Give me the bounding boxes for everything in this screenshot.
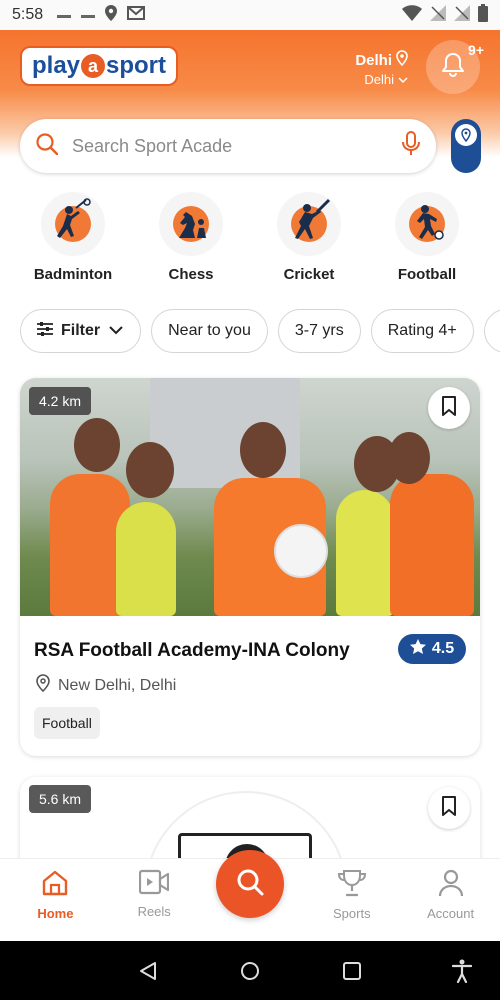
nav-label: Account	[427, 906, 475, 921]
location-selector[interactable]: Delhi Delhi	[355, 50, 408, 87]
bookmark-icon	[441, 795, 457, 821]
bell-icon	[441, 52, 465, 83]
category-badminton[interactable]: Badminton	[14, 192, 132, 283]
playasport-logo[interactable]: play a sport	[20, 46, 178, 86]
notification-badge: 9+	[468, 42, 484, 58]
gmail-icon	[127, 5, 146, 25]
sub-city-label: Delhi	[364, 72, 394, 87]
wifi-icon	[402, 4, 422, 26]
minus-icon	[57, 6, 72, 24]
category-label: Chess	[168, 266, 214, 283]
distance-badge: 4.2 km	[29, 387, 92, 415]
sport-tag: Football	[34, 707, 100, 739]
nav-sports[interactable]: Sports	[302, 859, 401, 941]
chess-icon	[171, 202, 211, 247]
nav-label: Home	[37, 906, 74, 921]
category-cricket[interactable]: Cricket	[250, 192, 368, 283]
search-icon	[236, 868, 264, 901]
star-icon	[409, 638, 426, 660]
logo-sport-text: sport	[106, 52, 167, 79]
category-label: Football	[397, 266, 457, 283]
category-label: Badminton	[33, 266, 113, 283]
location-pin-icon	[455, 124, 477, 146]
user-icon	[438, 869, 464, 900]
accessibility-icon[interactable]	[451, 959, 473, 988]
category-football[interactable]: Football	[368, 192, 486, 283]
academy-card[interactable]: 4.2 km RSA Football Academy-INA Colony 4…	[20, 378, 480, 756]
football-icon	[407, 202, 447, 247]
status-time: 5:58	[12, 6, 44, 23]
trophy-icon	[337, 869, 367, 900]
bookmark-button[interactable]	[428, 387, 470, 429]
academy-address: New Delhi, Delhi	[36, 674, 176, 697]
recents-icon[interactable]	[343, 962, 361, 985]
search-input[interactable]	[72, 135, 402, 157]
bookmark-icon	[441, 395, 457, 421]
microphone-icon[interactable]	[402, 130, 420, 162]
filter-label: Filter	[61, 322, 101, 339]
chevron-down-icon	[398, 72, 408, 87]
city-label: Delhi	[355, 51, 392, 69]
minus-icon	[81, 6, 96, 24]
distance-badge: 5.6 km	[29, 785, 92, 813]
address-text: New Delhi, Delhi	[58, 676, 177, 694]
signal-icon	[430, 4, 446, 26]
back-icon[interactable]	[138, 961, 158, 986]
chip-near-to-you[interactable]: Near to you	[151, 309, 268, 353]
cricket-icon	[285, 198, 333, 251]
sliders-icon	[37, 321, 53, 341]
chip-rating[interactable]: Rating 4+	[370, 309, 474, 353]
filter-bar: Filter Near to you 3-7 yrs Rating 4+ U	[20, 309, 500, 353]
rating-value: 4.5	[431, 640, 455, 657]
search-bar[interactable]	[20, 119, 436, 173]
home-circle-icon[interactable]	[240, 961, 260, 986]
video-icon	[139, 869, 170, 898]
rating-badge: 4.5	[398, 634, 466, 664]
category-label: Cricket	[283, 266, 335, 283]
badminton-icon	[49, 197, 97, 251]
location-pin-icon	[105, 4, 118, 26]
home-icon	[41, 869, 69, 900]
chip-more[interactable]: U	[483, 309, 500, 353]
logo-a-text: a	[81, 54, 106, 78]
signal-icon	[454, 4, 470, 26]
location-pin-icon	[36, 674, 50, 697]
nav-home[interactable]: Home	[6, 859, 105, 941]
map-view-toggle[interactable]	[451, 119, 481, 173]
status-bar: 5:58	[0, 0, 500, 30]
category-chess[interactable]: Chess	[132, 192, 250, 283]
nav-label: Sports	[333, 906, 371, 921]
search-fab-button[interactable]	[216, 850, 284, 918]
battery-icon	[478, 3, 488, 27]
system-navigation-bar	[0, 941, 500, 1000]
nav-account[interactable]: Account	[401, 859, 500, 941]
chevron-down-icon	[108, 322, 124, 340]
logo-play-text: play	[31, 52, 81, 79]
academy-title: RSA Football Academy-INA Colony	[34, 640, 350, 661]
sport-categories: Badminton Chess Cricket Football	[14, 192, 486, 283]
bookmark-button[interactable]	[428, 787, 470, 829]
nav-reels[interactable]: Reels	[105, 859, 204, 941]
filter-button[interactable]: Filter	[20, 309, 142, 353]
search-icon	[36, 132, 59, 160]
chip-age[interactable]: 3-7 yrs	[277, 309, 361, 353]
nav-label: Reels	[137, 904, 171, 919]
location-pin-icon	[396, 50, 408, 70]
